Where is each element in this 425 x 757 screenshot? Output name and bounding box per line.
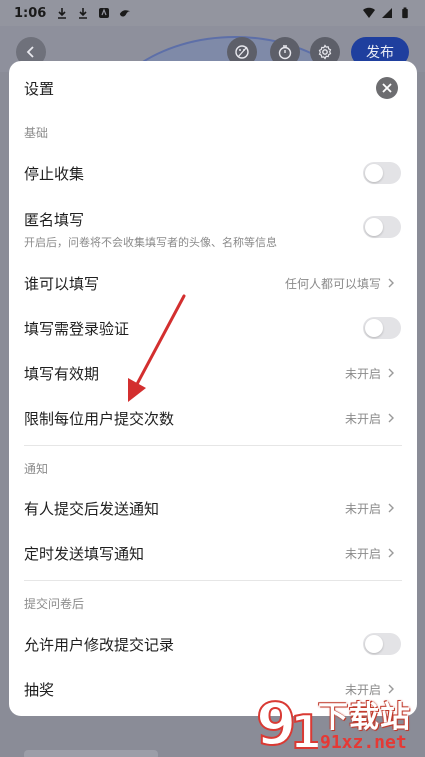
section-label-notify: 通知	[24, 462, 49, 476]
row-label: 允许用户修改提交记录	[24, 636, 175, 654]
row-label: 填写有效期	[24, 365, 100, 383]
toggle-switch[interactable]	[363, 216, 401, 238]
chevron-right-icon	[388, 503, 394, 513]
toggle-switch[interactable]	[363, 317, 401, 339]
download-icon	[58, 8, 67, 19]
section-divider	[24, 445, 402, 446]
timer-icon	[278, 45, 292, 60]
section-label-after-submit: 提交问卷后	[24, 597, 85, 611]
row-value: 未开启	[344, 547, 381, 561]
chevron-right-icon	[388, 548, 394, 558]
close-icon	[382, 83, 392, 93]
wifi-icon	[363, 7, 375, 18]
setting-row-stop-collecting[interactable]: 停止收集	[9, 151, 417, 195]
background-placeholder	[24, 750, 158, 757]
setting-row-anonymous[interactable]: 匿名填写 开启后，问卷将不会收集填写者的头像、名称等信息	[9, 201, 417, 257]
setting-row-validity-period[interactable]: 填写有效期 未开启	[9, 351, 417, 395]
chevron-right-icon	[388, 413, 394, 423]
section-label-basic: 基础	[24, 126, 49, 140]
svg-text:1: 1	[290, 705, 318, 757]
row-label: 有人提交后发送通知	[24, 500, 160, 518]
section-divider	[24, 580, 402, 581]
setting-row-submission-limit[interactable]: 限制每位用户提交次数 未开启	[9, 396, 417, 440]
sheet-title: 设置	[24, 80, 55, 98]
gear-icon	[318, 44, 332, 60]
toggle-switch[interactable]	[363, 633, 401, 655]
watermark-url: 91xz.net	[320, 732, 407, 753]
row-label: 停止收集	[24, 165, 85, 183]
chevron-right-icon	[388, 368, 394, 378]
row-value: 未开启	[344, 367, 381, 381]
chevron-left-icon	[26, 46, 34, 58]
row-value: 未开启	[344, 502, 381, 516]
watermark: 9 1 下载站 91xz.net	[254, 688, 425, 757]
status-bar: 1:06	[0, 0, 425, 26]
settings-sheet: 设置 基础 停止收集 匿名填写 开启后，问卷将不会收集填写者的头像、名称等信息 …	[9, 61, 417, 716]
palette-icon	[235, 45, 249, 59]
row-label: 抽奖	[24, 681, 55, 699]
app-notification-icon	[99, 8, 110, 18]
row-label: 定时发送填写通知	[24, 545, 145, 563]
watermark-brand: 下载站	[318, 700, 411, 735]
sheet-header: 设置	[9, 61, 417, 115]
setting-row-scheduled-notify[interactable]: 定时发送填写通知 未开启	[9, 531, 417, 575]
setting-row-allow-edit[interactable]: 允许用户修改提交记录	[9, 622, 417, 666]
status-time: 1:06	[14, 5, 47, 21]
close-button[interactable]	[376, 77, 398, 99]
row-value: 未开启	[344, 412, 381, 426]
battery-icon	[402, 7, 408, 19]
setting-row-login-required[interactable]: 填写需登录验证	[9, 306, 417, 350]
chevron-right-icon	[388, 278, 394, 288]
row-description: 开启后，问卷将不会收集填写者的头像、名称等信息	[24, 236, 277, 249]
row-label: 谁可以填写	[24, 275, 100, 293]
signal-icon	[382, 8, 392, 18]
setting-row-submit-notify[interactable]: 有人提交后发送通知 未开启	[9, 486, 417, 530]
row-value: 任何人都可以填写	[284, 277, 381, 291]
bird-icon	[120, 10, 131, 17]
row-label: 匿名填写	[24, 211, 85, 229]
download-icon	[79, 8, 88, 19]
toggle-switch[interactable]	[363, 162, 401, 184]
setting-row-who-can-fill[interactable]: 谁可以填写 任何人都可以填写	[9, 261, 417, 305]
row-label: 填写需登录验证	[24, 320, 130, 338]
watermark-logo: 9 1	[255, 689, 323, 757]
row-label: 限制每位用户提交次数	[24, 410, 175, 428]
